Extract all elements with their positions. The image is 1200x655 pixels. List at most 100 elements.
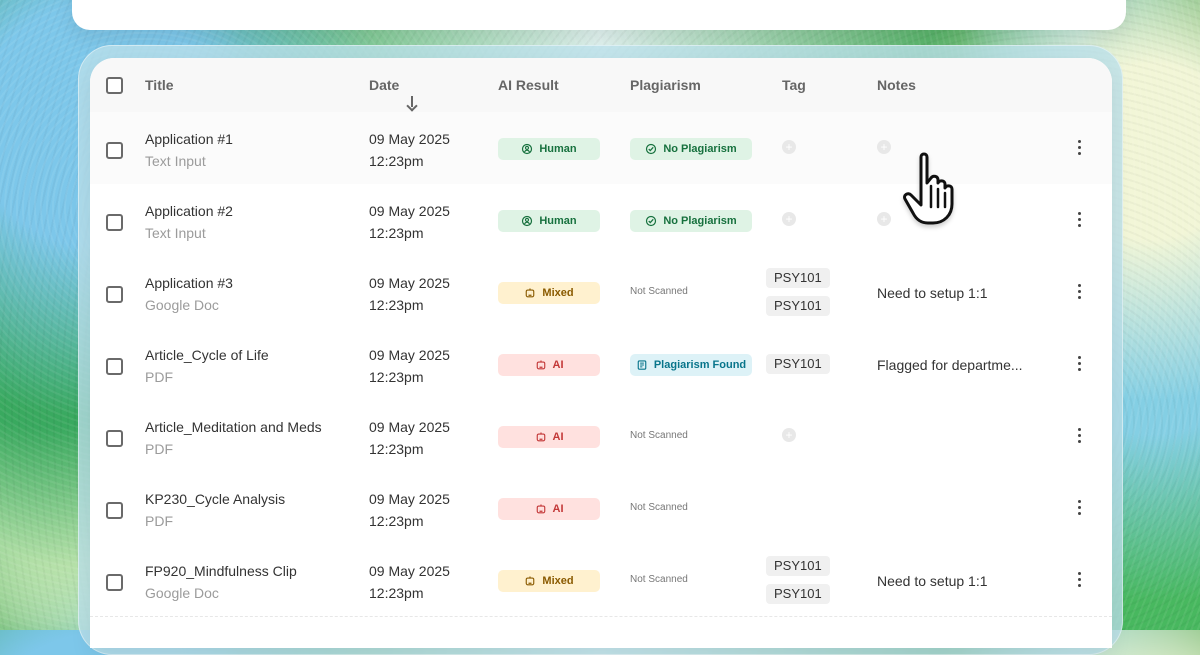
table-row[interactable]: KP230_Cycle Analysis PDF 09 May 2025 12:… [90, 472, 1112, 545]
robot-icon [536, 432, 545, 442]
top-filter-card [72, 0, 1126, 30]
note-text[interactable]: Flagged for departme... [877, 357, 1023, 373]
ai-result-label: AI [552, 359, 564, 371]
document-title[interactable]: Article_Meditation and Meds [145, 419, 322, 435]
submissions-table: Title Date AI Result Plagiarism Tag Note… [90, 58, 1112, 648]
tag-column-header[interactable]: Tag [782, 77, 806, 93]
tag-chip[interactable]: PSY101 [766, 354, 830, 374]
submission-time: 12:23pm [369, 441, 424, 457]
plagiarism-label: No Plagiarism [663, 215, 737, 227]
table-row[interactable]: Application #3 Google Doc 09 May 2025 12… [90, 256, 1112, 329]
table-row[interactable]: FP920_Mindfulness Clip Google Doc 09 May… [90, 544, 1112, 617]
plagiarism-badge-found: Plagiarism Found [630, 354, 752, 376]
submission-date: 09 May 2025 [369, 563, 450, 579]
ai-result-label: AI [552, 431, 564, 443]
document-source: PDF [145, 369, 173, 385]
note-text[interactable]: Need to setup 1:1 [877, 573, 988, 589]
check-circle-icon [646, 215, 657, 227]
ai-result-label: AI [552, 503, 564, 515]
more-vertical-icon[interactable] [1075, 425, 1083, 447]
more-vertical-icon[interactable] [1075, 353, 1083, 375]
row-checkbox[interactable] [106, 502, 123, 519]
tag-chip[interactable]: PSY101 [766, 268, 830, 288]
document-title[interactable]: Article_Cycle of Life [145, 347, 269, 363]
add-tag-icon[interactable]: + [782, 212, 796, 226]
plagiarism-status-text: Not Scanned [630, 430, 688, 441]
ai-result-label: Mixed [542, 287, 574, 299]
table-row[interactable]: Application #1 Text Input 09 May 2025 12… [90, 112, 1112, 185]
plagiarism-status-text: Not Scanned [630, 574, 688, 585]
ai-result-label: Human [539, 215, 577, 227]
select-all-checkbox[interactable] [106, 77, 123, 94]
ai-result-badge-ai: AI [498, 426, 600, 448]
plagiarism-label: Plagiarism Found [653, 359, 747, 371]
submission-time: 12:23pm [369, 297, 424, 313]
ai-result-label: Human [539, 143, 577, 155]
add-note-icon[interactable]: + [877, 140, 891, 154]
submission-time: 12:23pm [369, 153, 424, 169]
date-column-header[interactable]: Date [369, 77, 414, 107]
ai-result-badge-mixed: Mixed [498, 570, 600, 592]
document-icon [637, 360, 647, 370]
submission-date: 09 May 2025 [369, 131, 450, 147]
tag-chip[interactable]: PSY101 [766, 296, 830, 316]
table-row[interactable]: Article_Meditation and Meds PDF 09 May 2… [90, 400, 1112, 473]
submission-time: 12:23pm [369, 225, 424, 241]
notes-column-header[interactable]: Notes [877, 77, 916, 93]
row-checkbox[interactable] [106, 214, 123, 231]
more-vertical-icon[interactable] [1075, 137, 1083, 159]
plagiarism-label: No Plagiarism [663, 143, 737, 155]
document-title[interactable]: KP230_Cycle Analysis [145, 491, 285, 507]
person-circle-icon [522, 143, 533, 155]
robot-icon [526, 576, 535, 586]
submission-time: 12:23pm [369, 513, 424, 529]
ai-result-badge-ai: AI [498, 498, 600, 520]
robot-icon [536, 360, 545, 370]
add-tag-icon[interactable]: + [782, 428, 796, 442]
submission-date: 09 May 2025 [369, 419, 450, 435]
document-title[interactable]: Application #3 [145, 275, 233, 291]
add-note-icon[interactable]: + [877, 212, 891, 226]
row-checkbox[interactable] [106, 574, 123, 591]
row-checkbox[interactable] [106, 286, 123, 303]
date-header-label: Date [369, 77, 400, 93]
submission-date: 09 May 2025 [369, 491, 450, 507]
document-source: Google Doc [145, 585, 219, 601]
row-checkbox[interactable] [106, 358, 123, 375]
document-source: PDF [145, 513, 173, 529]
more-vertical-icon[interactable] [1075, 497, 1083, 519]
submission-date: 09 May 2025 [369, 275, 450, 291]
submission-time: 12:23pm [369, 585, 424, 601]
plagiarism-badge-clear: No Plagiarism [630, 138, 752, 160]
tag-chip[interactable]: PSY101 [766, 556, 830, 576]
table-row[interactable]: Article_Cycle of Life PDF 09 May 2025 12… [90, 328, 1112, 401]
ai-result-column-header[interactable]: AI Result [498, 77, 559, 93]
note-text[interactable]: Need to setup 1:1 [877, 285, 988, 301]
document-source: Text Input [145, 153, 206, 169]
ai-result-badge-mixed: Mixed [498, 282, 600, 304]
ai-result-label: Mixed [542, 575, 574, 587]
robot-icon [536, 504, 545, 514]
submission-date: 09 May 2025 [369, 203, 450, 219]
ai-result-badge-human: Human [498, 138, 600, 160]
ai-result-badge-ai: AI [498, 354, 600, 376]
document-title[interactable]: FP920_Mindfulness Clip [145, 563, 297, 579]
document-source: Text Input [145, 225, 206, 241]
add-tag-icon[interactable]: + [782, 140, 796, 154]
title-column-header[interactable]: Title [145, 77, 174, 93]
plagiarism-status-text: Not Scanned [630, 286, 688, 297]
ai-result-badge-human: Human [498, 210, 600, 232]
robot-icon [526, 288, 535, 298]
row-checkbox[interactable] [106, 430, 123, 447]
row-checkbox[interactable] [106, 142, 123, 159]
sort-down-arrow-icon [407, 96, 417, 110]
person-circle-icon [522, 215, 533, 227]
document-title[interactable]: Application #1 [145, 131, 233, 147]
plagiarism-column-header[interactable]: Plagiarism [630, 77, 701, 93]
tag-chip[interactable]: PSY101 [766, 584, 830, 604]
table-row[interactable]: Application #2 Text Input 09 May 2025 12… [90, 184, 1112, 257]
more-vertical-icon[interactable] [1075, 209, 1083, 231]
more-vertical-icon[interactable] [1075, 569, 1083, 591]
more-vertical-icon[interactable] [1075, 281, 1083, 303]
document-title[interactable]: Application #2 [145, 203, 233, 219]
